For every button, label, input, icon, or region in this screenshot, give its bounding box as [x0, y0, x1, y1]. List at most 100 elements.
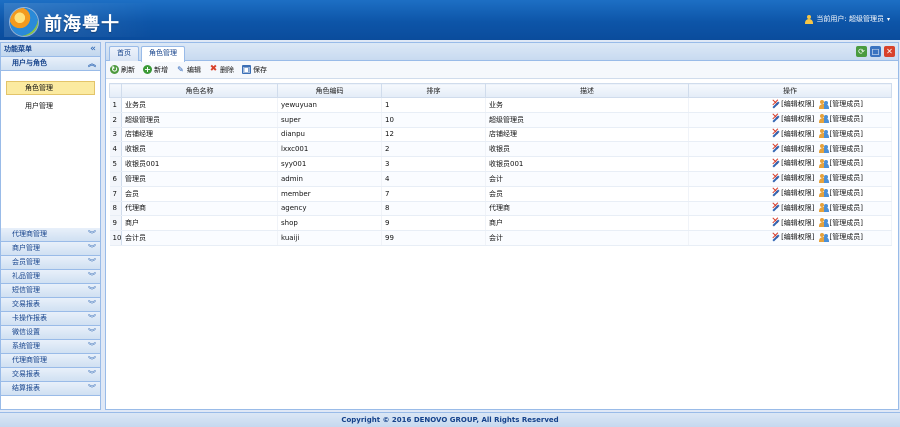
- refresh-button[interactable]: ↻ 刷新: [110, 65, 135, 75]
- sort-cell: 2: [381, 141, 486, 158]
- edit-permissions-link[interactable]: [编辑权限]: [771, 157, 814, 168]
- edit-permissions-link[interactable]: [编辑权限]: [771, 98, 814, 109]
- user-icon: [805, 14, 814, 24]
- edit-permissions-icon: [771, 142, 780, 153]
- column-header-sort[interactable]: 排序: [381, 83, 486, 98]
- role-code-cell: super: [277, 112, 382, 128]
- sort-cell: 9: [381, 215, 486, 232]
- current-user-label: 当前用户: 超级管理员: [816, 15, 884, 23]
- sidebar-group-label: 代理商管理: [12, 230, 47, 238]
- app-header: 前海粤十 当前用户: 超级管理员 ▾: [0, 0, 900, 40]
- edit-permissions-label: [编辑权限]: [781, 218, 815, 227]
- column-header-role-name[interactable]: 角色名称: [121, 83, 278, 98]
- add-button[interactable]: + 新增: [143, 65, 168, 75]
- edit-permissions-link[interactable]: [编辑权限]: [771, 201, 815, 213]
- column-header-role-code[interactable]: 角色编码: [277, 83, 382, 98]
- save-button[interactable]: ▣ 保存: [242, 65, 267, 75]
- sidebar-group-users-roles[interactable]: 用户与角色 ︽: [1, 57, 100, 71]
- manage-members-link[interactable]: [管理成员]: [818, 232, 863, 242]
- manage-members-link[interactable]: [管理成员]: [818, 144, 863, 154]
- row-number: 7: [109, 186, 122, 202]
- sidebar-group-item[interactable]: 礼品管理 ︾: [1, 270, 100, 284]
- add-icon: +: [143, 65, 152, 74]
- maximize-icon[interactable]: □: [870, 46, 881, 57]
- logo: 前海粤十: [4, 3, 154, 37]
- sidebar-group-item[interactable]: 结算报表 ︾: [1, 382, 100, 396]
- manage-members-link[interactable]: [管理成员]: [818, 203, 863, 213]
- sidebar-group-item[interactable]: 交易报表 ︾: [1, 298, 100, 312]
- collapse-sidebar-icon[interactable]: «: [90, 43, 96, 56]
- sort-cell: 4: [381, 171, 486, 187]
- description-cell: 会计: [485, 230, 689, 246]
- column-header-description[interactable]: 描述: [485, 83, 689, 98]
- edit-permissions-link[interactable]: [编辑权限]: [771, 127, 814, 139]
- table-row[interactable]: 4收银员lxxc0012收银员[编辑权限][管理成员]: [109, 141, 892, 158]
- table-row[interactable]: 8代理商agency8代理商[编辑权限][管理成员]: [109, 201, 892, 217]
- manage-members-link[interactable]: [管理成员]: [818, 158, 863, 168]
- sidebar-group-item[interactable]: 交易报表 ︾: [1, 368, 100, 382]
- role-name-cell: 管理员: [121, 171, 278, 187]
- manage-members-label: [管理成员]: [829, 203, 863, 212]
- sidebar-group-item[interactable]: 短信管理 ︾: [1, 284, 100, 298]
- sidebar-group-item[interactable]: 系统管理 ︾: [1, 340, 100, 354]
- role-name-cell: 会计员: [121, 230, 278, 246]
- table-row[interactable]: 7会员member7会员[编辑权限][管理成员]: [109, 186, 892, 202]
- sidebar-group-label: 卡操作报表: [12, 314, 47, 322]
- table-row[interactable]: 3店铺经理dianpu12店铺经理[编辑权限][管理成员]: [109, 127, 892, 143]
- edit-permissions-link[interactable]: [编辑权限]: [771, 112, 814, 124]
- edit-permissions-link[interactable]: [编辑权限]: [771, 231, 814, 242]
- actions-cell: [编辑权限] [管理成员]: [688, 97, 892, 113]
- row-number: 3: [109, 127, 122, 143]
- manage-members-link[interactable]: [管理成员]: [818, 99, 863, 109]
- sidebar-group-label: 会员管理: [12, 258, 40, 266]
- manage-members-link[interactable]: [管理成员]: [818, 173, 863, 183]
- table-row[interactable]: 1业务员yewuyuan1业务[编辑权限][管理成员]: [109, 97, 892, 113]
- table-row[interactable]: 10会计员kuaiji99会计 [编辑权限] [管理成员]: [109, 230, 892, 246]
- close-icon[interactable]: ✕: [884, 46, 895, 57]
- role-code-cell: dianpu: [277, 127, 382, 143]
- edit-permissions-link[interactable]: [编辑权限]: [771, 142, 814, 154]
- sidebar-group-item[interactable]: 代理商管理 ︾: [1, 354, 100, 368]
- row-number: 6: [109, 171, 122, 187]
- manage-members-link[interactable]: [管理成员]: [818, 218, 863, 228]
- sidebar-group-label: 结算报表: [12, 384, 40, 392]
- table-row[interactable]: 6管理员admin4会计 [编辑权限] [管理成员]: [109, 171, 892, 187]
- sidebar-group-label: 商户管理: [12, 244, 40, 252]
- edit-permissions-link[interactable]: [编辑权限]: [771, 172, 814, 183]
- description-cell: 业务: [485, 97, 689, 113]
- actions-cell: [编辑权限] [管理成员]: [688, 127, 892, 143]
- edit-permissions-label: [编辑权限]: [781, 203, 815, 212]
- edit-permissions-label: [编辑权限]: [781, 188, 815, 197]
- manage-members-link[interactable]: [管理成员]: [818, 129, 863, 139]
- edit-permissions-link[interactable]: [编辑权限]: [771, 186, 815, 198]
- sidebar-group-item[interactable]: 代理商管理 ︾: [1, 228, 100, 242]
- tab-role-management[interactable]: 角色管理: [141, 46, 185, 62]
- table-row[interactable]: 5收银员001syy0013收银员001[编辑权限][管理成员]: [109, 156, 892, 172]
- tab-label: 角色管理: [149, 49, 177, 57]
- sidebar-group-label: 交易报表: [12, 300, 40, 308]
- sort-cell: 10: [381, 112, 486, 128]
- sidebar-group-item[interactable]: 卡操作报表 ︾: [1, 312, 100, 326]
- tab-home[interactable]: 首页: [109, 46, 139, 61]
- refresh-tab-icon[interactable]: ⟳: [856, 46, 867, 57]
- sidebar-group-item[interactable]: 微信设置 ︾: [1, 326, 100, 340]
- chevron-up-icon: ︽: [88, 59, 96, 68]
- delete-button[interactable]: ✖ 删除: [209, 65, 234, 75]
- edit-permissions-icon: [771, 172, 780, 183]
- description-cell: 收银员: [485, 141, 689, 158]
- sidebar-group-item[interactable]: 商户管理 ︾: [1, 242, 100, 256]
- sidebar-item-role-management[interactable]: 角色管理: [6, 81, 95, 95]
- members-icon: [818, 203, 829, 213]
- table-row[interactable]: 2超级管理员super10超级管理员[编辑权限][管理成员]: [109, 112, 892, 128]
- edit-permissions-link[interactable]: [编辑权限]: [771, 216, 815, 228]
- edit-button[interactable]: ✎ 编辑: [176, 65, 201, 75]
- current-user-menu[interactable]: 当前用户: 超级管理员 ▾: [805, 14, 890, 24]
- table-row[interactable]: 9商户shop9商户[编辑权限][管理成员]: [109, 215, 892, 232]
- description-cell: 店铺经理: [485, 127, 689, 143]
- sidebar-group-item[interactable]: 会员管理 ︾: [1, 256, 100, 270]
- sidebar-group-label: 微信设置: [12, 328, 40, 336]
- manage-members-link[interactable]: [管理成员]: [818, 114, 863, 124]
- refresh-label: 刷新: [121, 65, 135, 74]
- sidebar-item-user-management[interactable]: 用户管理: [6, 99, 95, 113]
- manage-members-link[interactable]: [管理成员]: [818, 188, 863, 198]
